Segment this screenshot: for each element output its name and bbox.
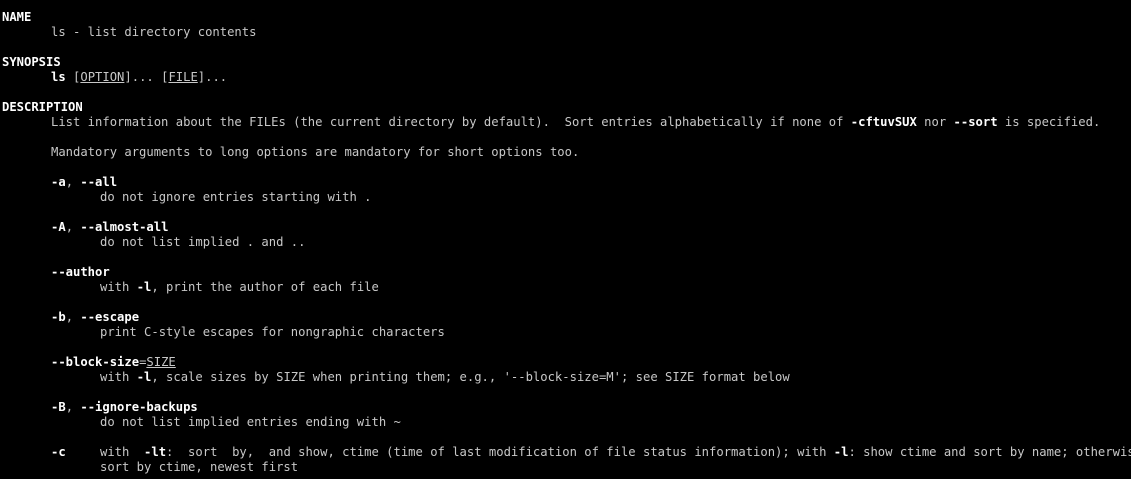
option-escape-desc: print C-style escapes for nongraphic cha… <box>100 325 445 339</box>
option-almost-all: -A, --almost-all <box>51 220 169 234</box>
synopsis-file-arg: FILE <box>168 70 198 84</box>
option-author-desc: with -l, print the author of each file <box>100 280 379 294</box>
option-escape: -b, --escape <box>51 310 140 324</box>
option-ignore-backups-desc: do not list implied entries ending with … <box>100 415 401 429</box>
option-author: --author <box>51 265 110 279</box>
option-block-size: --block-size=SIZE <box>51 355 176 369</box>
option-almost-all-desc: do not list implied . and .. <box>100 235 306 249</box>
description-mandatory: Mandatory arguments to long options are … <box>51 145 580 159</box>
option-all-desc: do not ignore entries starting with . <box>100 190 372 204</box>
description-heading: DESCRIPTION <box>2 100 83 114</box>
name-text: ls - list directory contents <box>51 25 257 39</box>
synopsis-option-arg: OPTION <box>80 70 125 84</box>
option-all: -a, --all <box>51 175 118 189</box>
synopsis-heading: SYNOPSIS <box>2 55 61 69</box>
description-intro: List information about the FILEs (the cu… <box>51 115 1101 129</box>
option-ignore-backups: -B, --ignore-backups <box>51 400 198 414</box>
option-ctime: -c <box>51 445 66 459</box>
option-ctime-desc: with -lt: sort by, and show, ctime (time… <box>100 445 1131 459</box>
name-heading: NAME <box>2 10 32 24</box>
option-ctime-desc-2: sort by ctime, newest first <box>100 460 299 474</box>
terminal-window: { "name_section": { "heading": "NAME", "… <box>0 0 1131 479</box>
synopsis-command: ls <box>51 70 66 84</box>
synopsis-line: ls [OPTION]... [FILE]... <box>51 70 228 84</box>
option-block-size-desc: with -l, scale sizes by SIZE when printi… <box>100 370 790 384</box>
